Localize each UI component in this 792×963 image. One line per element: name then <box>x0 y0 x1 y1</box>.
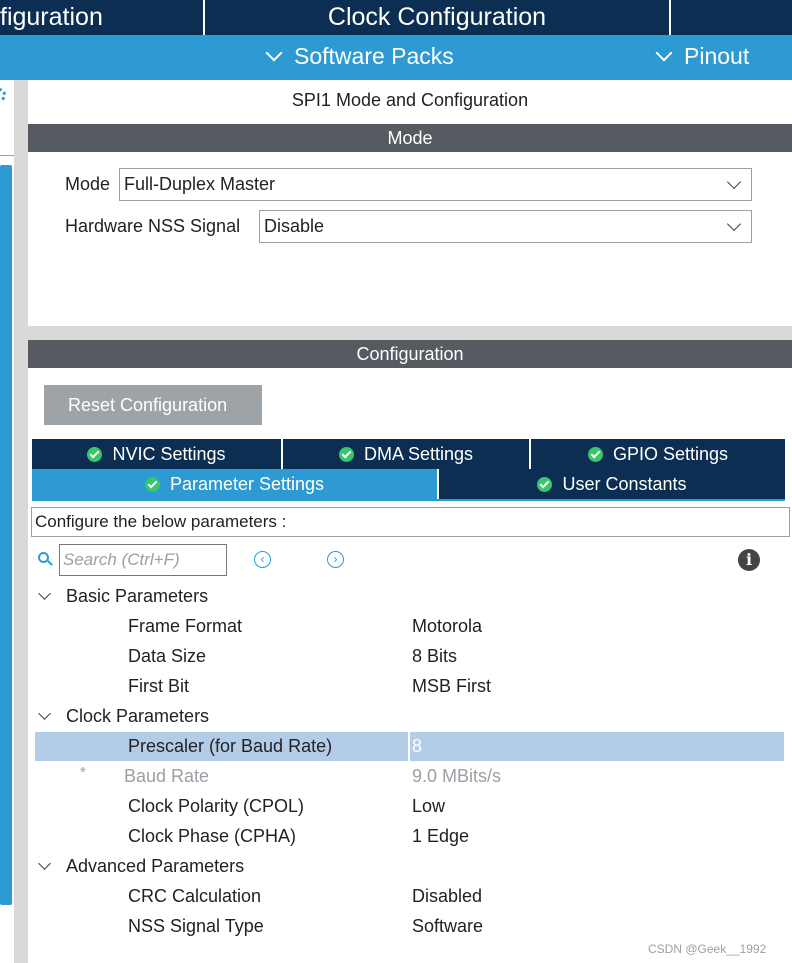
check-circle-icon <box>338 446 354 462</box>
param-name: Frame Format <box>128 616 243 636</box>
toolbar: Software Packs Pinout <box>0 35 792 80</box>
group-advanced-parameters[interactable]: Advanced Parameters <box>38 856 245 877</box>
param-name: CRC Calculation <box>128 886 262 906</box>
nss-select[interactable]: Disable <box>259 210 752 243</box>
param-value[interactable]: 8 Bits <box>412 646 457 667</box>
nss-label: Hardware NSS Signal <box>65 216 241 236</box>
check-circle-icon <box>87 446 103 462</box>
tab-parameter-settings[interactable]: Parameter Settings <box>32 469 437 499</box>
left-scroll-track <box>14 80 28 963</box>
software-packs-menu[interactable]: Software Packs <box>265 43 454 70</box>
chevron-down-icon <box>265 44 283 62</box>
nss-select-value: Disable <box>264 216 325 236</box>
group-clock-parameters[interactable]: Clock Parameters <box>38 706 210 727</box>
tab-extra[interactable] <box>671 0 792 35</box>
chevron-down-icon <box>38 587 51 600</box>
check-circle-icon <box>587 446 603 462</box>
mode-label: Mode <box>65 174 111 194</box>
panel-title: SPI1 Mode and Configuration <box>291 90 529 110</box>
param-value[interactable]: MSB First <box>412 676 491 697</box>
pinout-label: Pinout <box>684 43 750 69</box>
mode-select-value: Full-Duplex Master <box>124 174 276 194</box>
check-circle-icon <box>144 476 160 492</box>
left-scrollbar[interactable] <box>0 165 12 905</box>
group-basic-parameters[interactable]: Basic Parameters <box>38 586 209 607</box>
param-name: Prescaler (for Baud Rate) <box>128 736 333 756</box>
param-name: Clock Phase (CPHA) <box>128 826 297 846</box>
tab-pinout-configuration[interactable]: figuration <box>0 0 203 35</box>
section-separator <box>28 326 792 340</box>
pinout-menu[interactable]: Pinout <box>655 43 750 70</box>
chevron-down-icon <box>38 707 51 720</box>
tab-underline <box>32 499 785 501</box>
check-circle-icon <box>537 476 553 492</box>
column-divider <box>408 732 410 761</box>
chevron-down-icon <box>726 216 742 232</box>
mode-select[interactable]: Full-Duplex Master <box>119 168 752 201</box>
tab-user-constants[interactable]: User Constants <box>439 469 785 499</box>
tab-pinout-configuration-label: figuration <box>0 3 103 31</box>
param-name: First Bit <box>128 676 189 696</box>
previous-result-icon[interactable]: ‹ <box>254 551 271 568</box>
chevron-down-icon <box>726 174 742 190</box>
tab-dma-settings[interactable]: DMA Settings <box>283 439 529 469</box>
configuration-section-header: Configuration <box>28 340 792 368</box>
left-divider <box>0 155 14 156</box>
param-name: Clock Polarity (CPOL) <box>128 796 305 816</box>
tab-clock-configuration-label: Clock Configuration <box>327 3 547 31</box>
tab-gpio-settings[interactable]: GPIO Settings <box>531 439 785 469</box>
param-value[interactable]: Disabled <box>412 886 482 907</box>
group-clock-title: Clock Parameters <box>66 706 210 726</box>
tab-parameter-label: Parameter Settings <box>169 473 325 494</box>
tab-nvic-settings[interactable]: NVIC Settings <box>32 439 281 469</box>
mode-section-header: Mode <box>28 124 792 152</box>
param-value[interactable]: 1 Edge <box>412 826 469 847</box>
param-name: Data Size <box>128 646 207 666</box>
tab-gpio-label: GPIO Settings <box>612 443 729 464</box>
parameters-description: Configure the below parameters : <box>31 507 790 537</box>
watermark: CSDN @Geek__1992 <box>648 942 767 956</box>
reset-configuration-button[interactable]: Reset Configuration <box>44 385 262 425</box>
tab-clock-configuration[interactable]: Clock Configuration <box>205 0 669 35</box>
param-value[interactable]: 8 <box>412 736 422 757</box>
tab-user-constants-label: User Constants <box>562 473 687 494</box>
param-name: NSS Signal Type <box>128 916 264 936</box>
tab-dma-label: DMA Settings <box>363 443 474 464</box>
computed-marker: * <box>80 764 86 781</box>
param-name: Baud Rate <box>124 766 210 786</box>
software-packs-label: Software Packs <box>294 43 454 69</box>
group-advanced-title: Advanced Parameters <box>66 856 245 876</box>
chevron-down-icon <box>38 857 51 870</box>
param-value[interactable]: Motorola <box>412 616 482 637</box>
search-input[interactable]: Search (Ctrl+F) <box>59 544 227 576</box>
param-value: 9.0 MBits/s <box>412 766 502 786</box>
group-basic-title: Basic Parameters <box>66 586 209 606</box>
param-value[interactable]: Low <box>412 796 445 817</box>
search-icon-handle <box>47 560 53 566</box>
next-result-icon[interactable]: › <box>327 551 344 568</box>
tab-nvic-label: NVIC Settings <box>112 443 226 464</box>
chevron-down-icon <box>655 44 673 62</box>
param-value[interactable]: Software <box>412 916 483 937</box>
info-icon[interactable]: i <box>738 549 760 571</box>
